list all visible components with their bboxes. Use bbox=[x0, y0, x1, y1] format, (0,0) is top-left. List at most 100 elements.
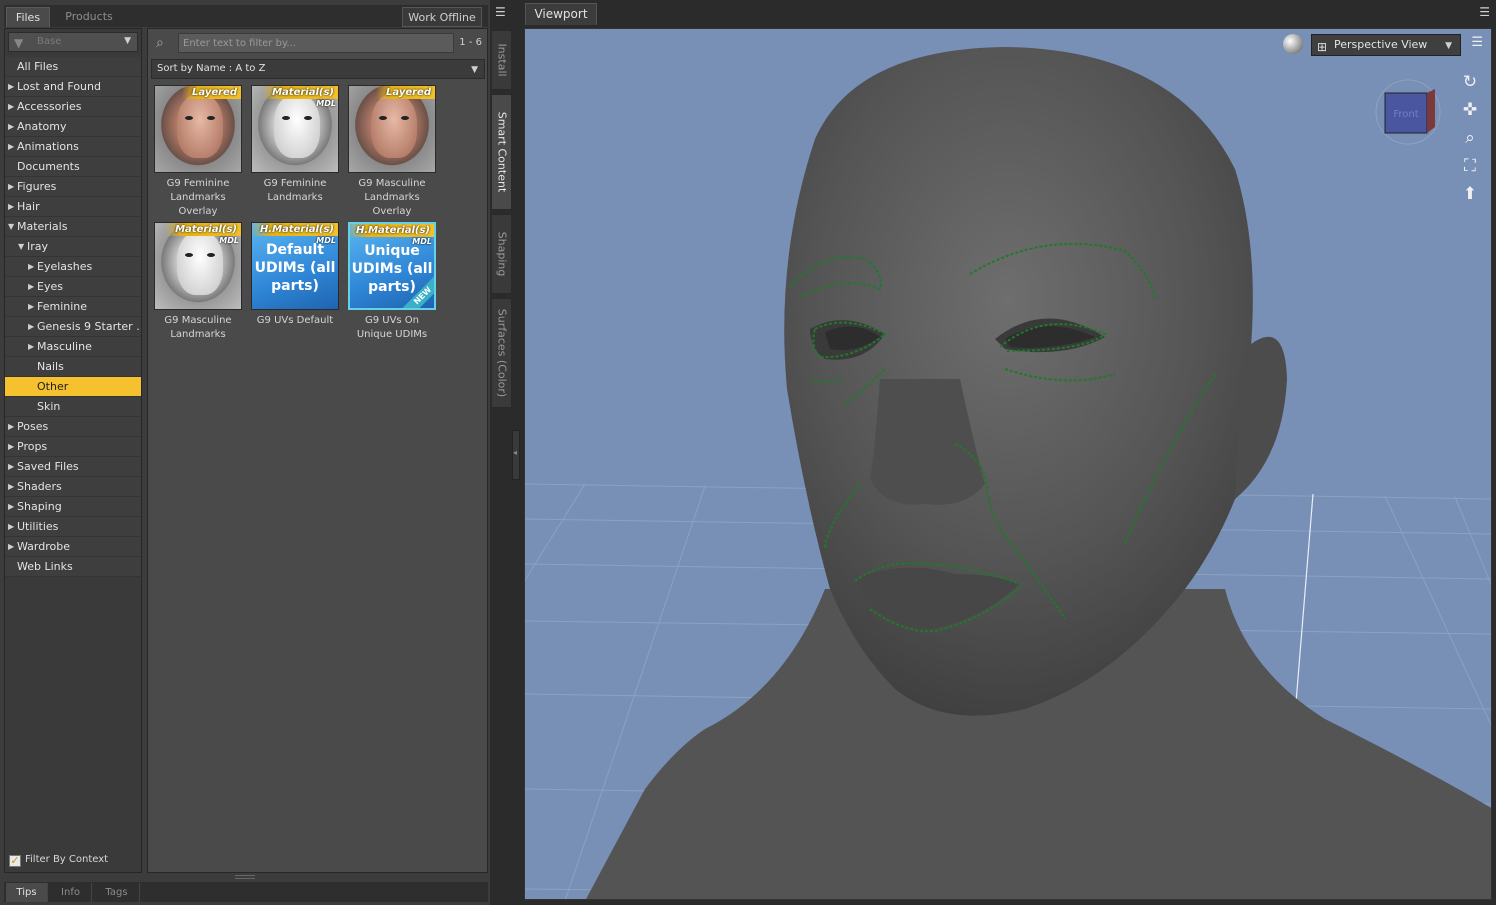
resize-grip[interactable] bbox=[235, 875, 255, 879]
zoom-icon[interactable]: ⌕ bbox=[1457, 125, 1483, 151]
folder-tree-item[interactable]: ▶ Feminine bbox=[5, 297, 141, 317]
folder-tree-item[interactable]: ▶ Lost and Found bbox=[5, 77, 141, 97]
folder-tree-item[interactable]: All Files bbox=[5, 57, 141, 77]
tab-tips[interactable]: Tips bbox=[6, 883, 48, 902]
face-image bbox=[274, 94, 320, 158]
view-cube[interactable]: Front bbox=[1373, 77, 1443, 147]
orbit-icon[interactable]: ↻ bbox=[1457, 69, 1483, 95]
asset-thumbnail[interactable]: Layered bbox=[154, 85, 242, 173]
asset-thumbnail[interactable]: Material(s) MDL bbox=[154, 222, 242, 310]
3d-viewport[interactable]: ⊞ Perspective View ▼ ☰ Front ↻ ✜ ⌕ ⛶ ⬆ bbox=[524, 28, 1492, 900]
viewport-panel-menu-icon[interactable]: ☰ bbox=[1479, 5, 1490, 19]
view-cube-face-label: Front bbox=[1393, 109, 1418, 120]
folder-tree-label: Iray bbox=[27, 240, 49, 253]
folder-tree-item[interactable]: ▶ Eyes bbox=[5, 277, 141, 297]
asset-thumbnail[interactable]: Unique UDIMs (all parts) H.Material(s) MDL… bbox=[348, 222, 436, 310]
collapse-arrow-icon[interactable]: ▶ bbox=[8, 517, 14, 536]
filter-by-context-checkbox[interactable]: ✓ Filter By Context bbox=[9, 852, 108, 868]
folder-tree-item[interactable]: Web Links bbox=[5, 557, 141, 577]
asset-thumbnail[interactable]: Material(s) MDL bbox=[251, 85, 339, 173]
folder-tree-item[interactable]: ▶ Wardrobe bbox=[5, 537, 141, 557]
tab-tags[interactable]: Tags bbox=[94, 883, 140, 902]
collapse-arrow-icon[interactable]: ▶ bbox=[8, 477, 14, 496]
search-input[interactable] bbox=[178, 33, 454, 53]
work-offline-button[interactable]: Work Offline bbox=[402, 7, 482, 27]
folder-tree-label: Eyes bbox=[37, 280, 63, 293]
render-style-sphere-icon[interactable] bbox=[1283, 34, 1303, 54]
tab-info[interactable]: Info bbox=[50, 883, 92, 902]
collapse-arrow-icon[interactable]: ▶ bbox=[8, 457, 14, 476]
tab-files[interactable]: Files bbox=[6, 7, 50, 27]
collapse-arrow-icon[interactable]: ▶ bbox=[8, 77, 14, 96]
sort-dropdown[interactable]: Sort by Name : A to Z ▼ bbox=[151, 59, 485, 79]
folder-tree-label: Eyelashes bbox=[37, 260, 93, 273]
frame-icon[interactable]: ⛶ bbox=[1457, 153, 1483, 179]
folder-tree-label: Materials bbox=[17, 220, 68, 233]
collapse-arrow-icon[interactable]: ▶ bbox=[8, 177, 14, 196]
collapse-arrow-icon[interactable]: ▶ bbox=[28, 317, 34, 336]
folder-tree-label: Shaders bbox=[17, 480, 62, 493]
tab-products[interactable]: Products bbox=[54, 7, 124, 27]
asset-thumbnail[interactable]: Default UDIMs (all parts) H.Material(s) MD… bbox=[251, 222, 339, 310]
collapse-arrow-icon[interactable]: ▶ bbox=[8, 137, 14, 156]
folder-tree-item[interactable]: ▶ Saved Files bbox=[5, 457, 141, 477]
folder-tree-item[interactable]: ▶ Genesis 9 Starter ... bbox=[5, 317, 141, 337]
folder-tree-item[interactable]: Documents bbox=[5, 157, 141, 177]
folder-tree-item[interactable]: ▶ Utilities bbox=[5, 517, 141, 537]
folder-tree-item[interactable]: ▶ Anatomy bbox=[5, 117, 141, 137]
folder-tree-label: Documents bbox=[17, 160, 80, 173]
collapse-arrow-icon[interactable]: ▶ bbox=[8, 497, 14, 516]
collapse-arrow-icon[interactable]: ▶ bbox=[8, 197, 14, 216]
collapse-arrow-icon[interactable]: ▶ bbox=[28, 257, 34, 276]
side-tab-surfaces[interactable]: Surfaces (Color) bbox=[491, 298, 512, 408]
asset-title: G9 UVs Default bbox=[256, 315, 334, 326]
panel-menu-icon[interactable]: ☰ bbox=[495, 5, 506, 19]
collapse-arrow-icon[interactable]: ▶ bbox=[28, 277, 34, 296]
folder-tree-item[interactable]: Other bbox=[5, 377, 141, 397]
expand-arrow-icon[interactable]: ▼ bbox=[18, 237, 24, 256]
face-eye bbox=[207, 253, 215, 257]
bottom-tab-bar: Tips Info Tags bbox=[4, 882, 488, 902]
folder-tree-item[interactable]: Skin bbox=[5, 397, 141, 417]
panel-collapse-handle[interactable]: ◂ bbox=[512, 430, 520, 480]
folder-tree-item[interactable]: ▶ Props bbox=[5, 437, 141, 457]
folder-tree-item[interactable]: ▶ Poses bbox=[5, 417, 141, 437]
base-filter-dropdown[interactable]: ▼ Base ▼ bbox=[8, 32, 138, 52]
collapse-arrow-icon[interactable]: ▶ bbox=[28, 297, 34, 316]
side-tab-shaping[interactable]: Shaping bbox=[491, 214, 512, 294]
folder-tree-item[interactable]: ▶ Hair bbox=[5, 197, 141, 217]
view-mode-dropdown[interactable]: ⊞ Perspective View ▼ bbox=[1311, 34, 1461, 56]
pan-icon[interactable]: ✜ bbox=[1457, 97, 1483, 123]
face-image bbox=[177, 231, 223, 295]
folder-tree-item[interactable]: ▶ Eyelashes bbox=[5, 257, 141, 277]
folder-tree-item[interactable]: ▼ Materials bbox=[5, 217, 141, 237]
face-eye bbox=[185, 253, 193, 257]
collapse-arrow-icon[interactable]: ▶ bbox=[8, 437, 14, 456]
folder-tree-item[interactable]: ▶ Shaping bbox=[5, 497, 141, 517]
result-range: 1 - 6 bbox=[459, 37, 482, 48]
folder-tree-item[interactable]: ▼ Iray bbox=[5, 237, 141, 257]
side-tab-label: Surfaces (Color) bbox=[495, 308, 508, 398]
collapse-arrow-icon[interactable]: ▶ bbox=[28, 337, 34, 356]
folder-tree-label: Hair bbox=[17, 200, 40, 213]
side-tab-install[interactable]: Install bbox=[491, 30, 512, 90]
folder-tree-item[interactable]: ▶ Shaders bbox=[5, 477, 141, 497]
tab-viewport[interactable]: Viewport bbox=[525, 3, 597, 25]
reset-camera-icon[interactable]: ⬆ bbox=[1457, 181, 1483, 207]
folder-tree-item[interactable]: ▶ Accessories bbox=[5, 97, 141, 117]
expand-arrow-icon[interactable]: ▼ bbox=[8, 217, 14, 236]
folder-tree-item[interactable]: Nails bbox=[5, 357, 141, 377]
collapse-arrow-icon[interactable]: ▶ bbox=[8, 417, 14, 436]
viewport-options-icon[interactable]: ☰ bbox=[1471, 35, 1483, 50]
folder-tree-label: All Files bbox=[17, 60, 59, 73]
collapse-arrow-icon[interactable]: ▶ bbox=[8, 117, 14, 136]
folder-tree-item[interactable]: ▶ Animations bbox=[5, 137, 141, 157]
search-icon[interactable]: ⌕ bbox=[156, 35, 164, 51]
folder-tree-item[interactable]: ▶ Masculine bbox=[5, 337, 141, 357]
collapse-arrow-icon[interactable]: ▶ bbox=[8, 537, 14, 556]
folder-tree-item[interactable]: ▶ Figures bbox=[5, 177, 141, 197]
asset-thumbnail[interactable]: Layered bbox=[348, 85, 436, 173]
side-tab-smart-content[interactable]: Smart Content bbox=[491, 94, 512, 210]
collapse-arrow-icon[interactable]: ▶ bbox=[8, 97, 14, 116]
folder-tree-label: Skin bbox=[37, 400, 61, 413]
